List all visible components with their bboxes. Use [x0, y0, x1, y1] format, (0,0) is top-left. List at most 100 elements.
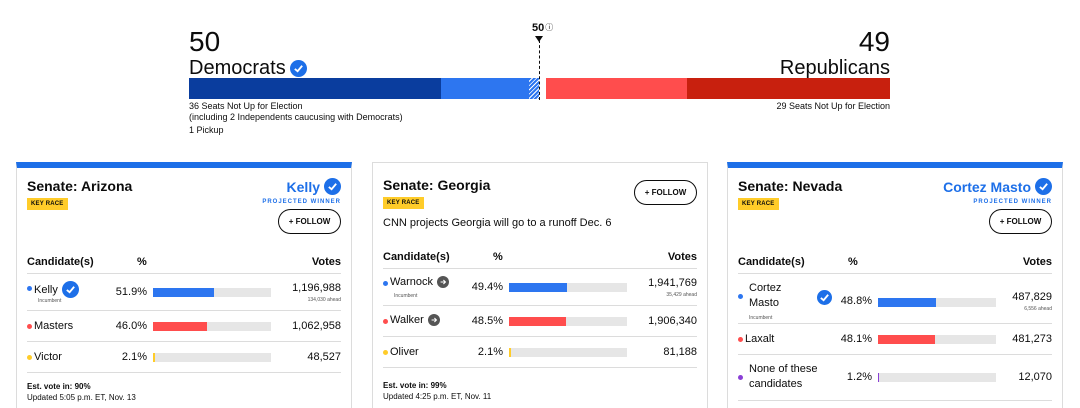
party-dot	[738, 294, 743, 299]
winner-name: Kelly	[286, 178, 320, 195]
vote-count: 1,196,988	[292, 282, 341, 294]
race-title[interactable]: Senate: Arizona	[27, 178, 132, 194]
race-footer: Est. vote in: 90% Updated 5:05 p.m. ET, …	[27, 381, 136, 403]
vote-bar	[878, 335, 996, 344]
vote-bar	[153, 353, 271, 362]
candidate-name: Kelly	[34, 281, 79, 298]
projected-winner: Kelly PROJECTED WINNER	[262, 178, 341, 205]
vote-pct: 49.4%	[471, 281, 503, 293]
rep-won-segment	[546, 78, 687, 99]
rep-party-label: Republicans	[779, 57, 890, 79]
party-dot	[27, 286, 32, 291]
incumbent-label: Incumbent	[394, 293, 418, 299]
follow-button[interactable]: + FOLLOW	[989, 209, 1052, 234]
vote-bar	[153, 288, 271, 297]
party-dot	[383, 281, 388, 286]
follow-button[interactable]: + FOLLOW	[634, 180, 697, 205]
winner-name: Cortez Masto	[943, 178, 1031, 195]
info-icon[interactable]: ⓘ	[545, 22, 553, 33]
projected-winner-label: PROJECTED WINNER	[262, 199, 341, 205]
vote-bar	[878, 373, 996, 382]
candidate-name-text: Kelly	[34, 283, 58, 296]
vote-count: 81,188	[663, 346, 697, 358]
check-icon	[1035, 178, 1052, 195]
race-title[interactable]: Senate: Georgia	[383, 177, 490, 193]
table-row: Kelly Incumbent 51.9% 1,196,988 134,030 …	[27, 275, 341, 311]
dem-pickup: 1 Pickup	[189, 125, 224, 135]
follow-button[interactable]: + FOLLOW	[278, 209, 341, 234]
party-dot	[27, 324, 32, 329]
vote-pct: 2.1%	[121, 351, 147, 363]
vote-count: 487,829	[1012, 291, 1052, 303]
vote-pct: 48.8%	[840, 295, 872, 307]
vote-bar-fill	[509, 348, 511, 357]
table-row: None of these candidates 1.2% 12,070	[738, 355, 1052, 401]
updated-time: Updated 5:05 p.m. ET, Nov. 13	[27, 393, 136, 402]
vote-count: 48,527	[307, 351, 341, 363]
col-votes: Votes	[667, 251, 697, 263]
vote-bar-fill	[878, 335, 935, 344]
candidate-name-text: Warnock	[390, 276, 433, 288]
dem-won-segment	[441, 78, 529, 99]
candidate-table: Kelly Incumbent 51.9% 1,196,988 134,030 …	[27, 275, 341, 373]
race-card-nevada[interactable]: Senate: Nevada KEY RACE Cortez Masto PRO…	[727, 162, 1063, 408]
candidate-name-line2: candidates	[749, 378, 803, 390]
vote-bar	[509, 283, 627, 292]
col-pct: %	[493, 251, 503, 263]
projected-winner: Cortez Masto PROJECTED WINNER	[943, 178, 1052, 205]
incumbent-label: Incumbent	[749, 315, 773, 321]
table-row: Warnock Incumbent 49.4% 1,941,769 35,429…	[383, 270, 697, 306]
vote-bar	[509, 317, 627, 326]
updated-time: Updated 4:25 p.m. ET, Nov. 11	[383, 392, 492, 401]
vote-bar-fill	[509, 283, 567, 292]
dem-note-line2: (including 2 Independents caucusing with…	[189, 112, 403, 122]
race-card-arizona[interactable]: Senate: Arizona KEY RACE Kelly PROJECTED…	[16, 162, 352, 408]
candidate-table: Cortez Masto Incumbent 48.8% 487,829 6,5…	[738, 275, 1052, 401]
vote-pct: 46.0%	[115, 320, 147, 332]
balance-of-power: 50 Democrats 49 Republicans 50 ⓘ 36 Seat…	[189, 22, 890, 142]
check-icon	[817, 290, 832, 305]
candidate-name: None of these candidates	[749, 362, 818, 392]
vote-bar-fill	[153, 353, 155, 362]
col-votes: Votes	[1022, 256, 1052, 268]
race-card-georgia[interactable]: Senate: Georgia KEY RACE + FOLLOW CNN pr…	[372, 162, 708, 408]
votes-ahead: 6,556 ahead	[1024, 306, 1052, 312]
vote-bar-fill	[878, 298, 936, 307]
check-icon	[289, 59, 307, 77]
vote-count: 481,273	[1012, 333, 1052, 345]
key-race-badge: KEY RACE	[27, 198, 68, 210]
votes-ahead: 35,429 ahead	[666, 292, 697, 298]
party-dot	[738, 375, 743, 380]
key-race-badge: KEY RACE	[738, 198, 779, 210]
col-candidate: Candidate(s)	[27, 256, 94, 268]
check-icon	[61, 281, 79, 298]
majority-label[interactable]: 50 ⓘ	[532, 22, 553, 34]
dem-seat-count: 50	[189, 26, 221, 57]
est-vote: Est. vote in: 90%	[27, 382, 91, 391]
key-race-badge: KEY RACE	[383, 197, 424, 209]
candidate-name: Victor	[34, 351, 62, 363]
dem-note-line1: 36 Seats Not Up for Election	[189, 101, 303, 111]
race-footer: Est. vote in: 99% Updated 4:25 p.m. ET, …	[383, 380, 491, 402]
race-title[interactable]: Senate: Nevada	[738, 178, 842, 194]
dem-holdover-segment	[189, 78, 441, 99]
vote-pct: 1.2%	[846, 371, 872, 383]
projected-winner-label: PROJECTED WINNER	[973, 199, 1052, 205]
candidate-name: Walker	[390, 314, 440, 326]
table-header: Candidate(s) % Votes	[383, 247, 697, 269]
runoff-note: CNN projects Georgia will go to a runoff…	[383, 217, 612, 229]
vote-pct: 48.1%	[840, 333, 872, 345]
incumbent-label: Incumbent	[38, 298, 62, 304]
party-dot	[383, 350, 388, 355]
majority-line	[539, 40, 540, 100]
check-icon	[324, 178, 341, 195]
rep-note: 29 Seats Not Up for Election	[776, 101, 890, 111]
party-dot	[738, 337, 743, 342]
vote-bar-fill	[878, 373, 879, 382]
table-row: Masters 46.0% 1,062,958	[27, 311, 341, 342]
vote-pct: 51.9%	[115, 286, 147, 298]
independent-segment	[529, 78, 539, 99]
col-candidate: Candidate(s)	[738, 256, 805, 268]
party-dot	[383, 319, 388, 324]
arrow-right-icon	[437, 276, 449, 288]
